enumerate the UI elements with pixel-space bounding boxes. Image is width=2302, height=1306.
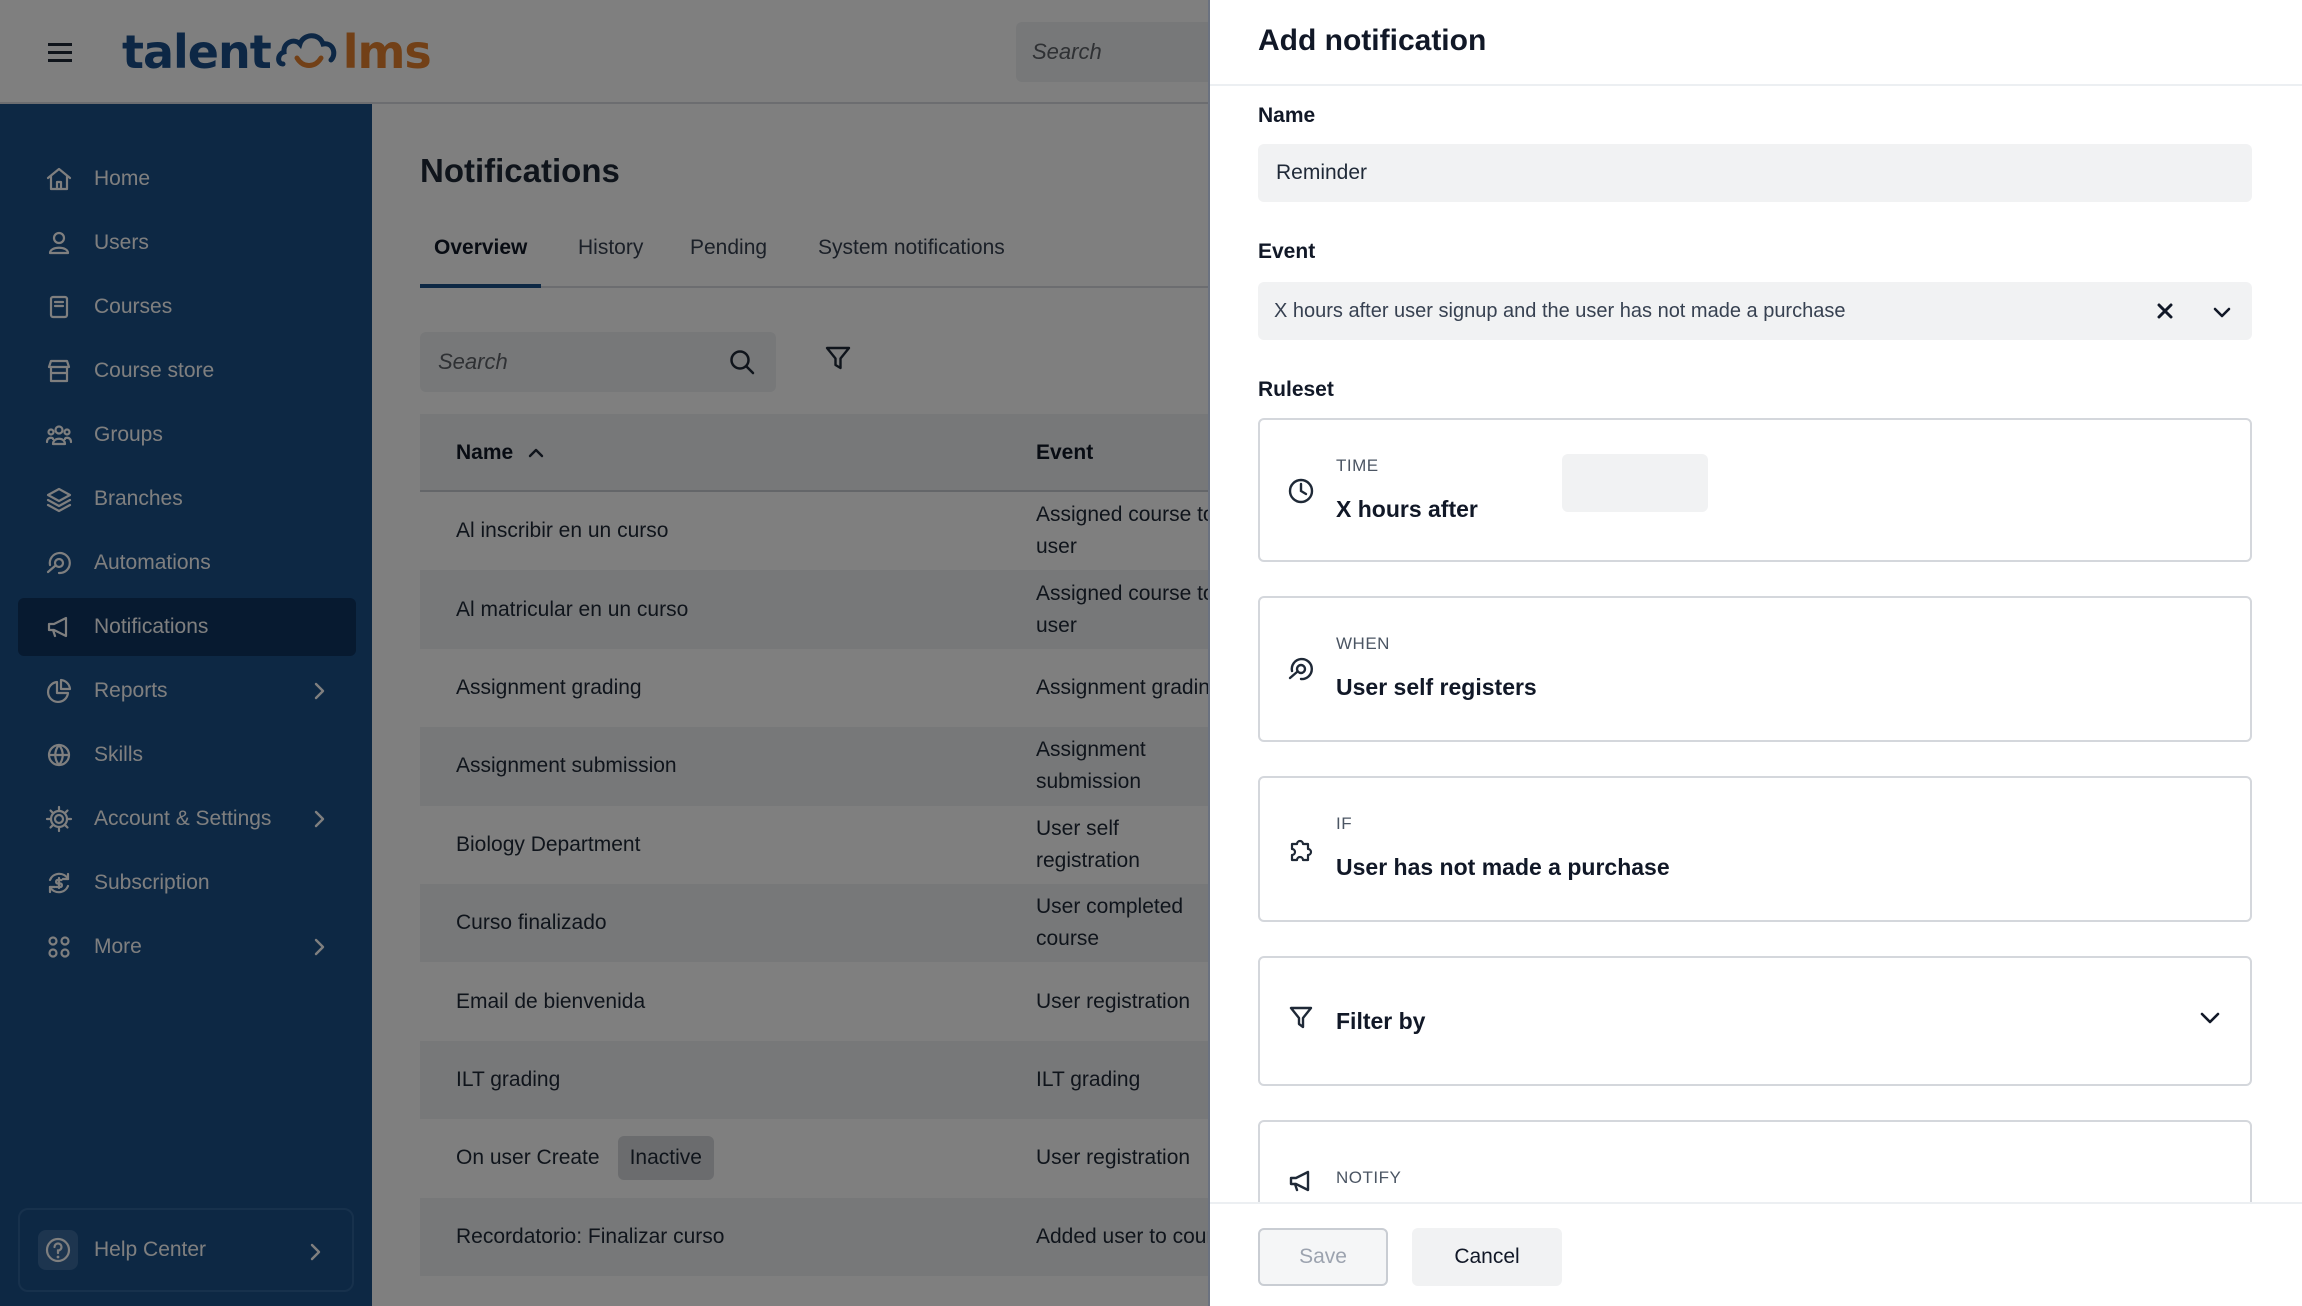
drawer-header: Add notification — [1210, 0, 2302, 86]
event-select[interactable]: X hours after user signup and the user h… — [1258, 282, 2252, 340]
save-button[interactable]: Save — [1258, 1228, 1388, 1286]
rule-kind-notify: NOTIFY — [1336, 1168, 1402, 1187]
chevron-down-icon[interactable] — [2210, 300, 2234, 324]
megaphone-icon — [1289, 1170, 1310, 1192]
rule-text-time: X hours after — [1336, 496, 1478, 522]
rule-kind-if: IF — [1336, 814, 1353, 833]
drawer-footer: Save Cancel — [1210, 1202, 2302, 1306]
cancel-button[interactable]: Cancel — [1412, 1228, 1562, 1286]
name-input[interactable]: Reminder — [1258, 144, 2252, 202]
filter-by-label: Filter by — [1336, 1008, 1426, 1034]
rule-kind-time: TIME — [1336, 456, 1379, 475]
rule-text-when: User self registers — [1336, 674, 1537, 700]
name-field-label: Name — [1258, 104, 1316, 127]
clock-icon — [1288, 478, 1314, 504]
rule-card-when[interactable]: WHEN User self registers — [1258, 596, 2252, 742]
rule-card-if[interactable]: IF User has not made a purchase — [1258, 776, 2252, 922]
chevron-down-icon[interactable] — [2196, 1004, 2224, 1032]
puzzle-icon — [1290, 839, 1313, 862]
rule-kind-when: WHEN — [1336, 634, 1390, 653]
automation-icon — [1288, 657, 1313, 681]
filter-icon — [1289, 1006, 1313, 1029]
add-notification-drawer: Add notification Name Reminder Event X h… — [1208, 0, 2302, 1306]
event-selected-value: X hours after user signup and the user h… — [1274, 299, 1846, 322]
rule-text-if: User has not made a purchase — [1336, 854, 1670, 880]
event-field-label: Event — [1258, 240, 1316, 263]
hours-input[interactable] — [1562, 454, 1708, 512]
filter-by-card[interactable]: Filter by — [1258, 956, 2252, 1086]
ruleset-label: Ruleset — [1258, 378, 1334, 401]
clear-selection-icon[interactable] — [2154, 300, 2176, 322]
modal-backdrop[interactable] — [0, 0, 1208, 1306]
drawer-title: Add notification — [1258, 24, 1487, 57]
rule-card-time[interactable]: TIME X hours after — [1258, 418, 2252, 562]
